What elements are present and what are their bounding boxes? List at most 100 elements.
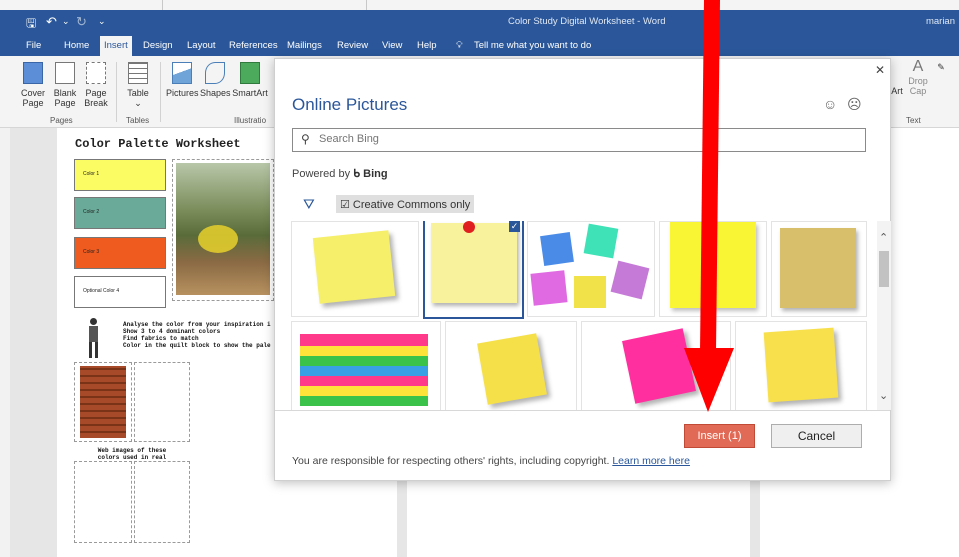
close-icon[interactable]: ✕ [875, 63, 885, 77]
tab-design[interactable]: Design [143, 40, 173, 51]
search-icon: ⚲ [301, 132, 310, 146]
undo-icon[interactable]: ↶ [46, 14, 57, 30]
arrow-shaft [700, 0, 720, 352]
person-figure-icon [84, 318, 102, 358]
learn-more-link[interactable]: Learn more here [612, 455, 690, 467]
group-label-tables: Tables [126, 116, 150, 125]
shapes-icon [205, 62, 225, 84]
powered-by: Powered by ᑲ Bing [292, 167, 388, 180]
color-swatch-4[interactable]: Optional Color 4 [74, 276, 166, 308]
bing-logo-icon: ᑲ [353, 168, 361, 180]
instruction-line: Color in the quilt block to show the pal… [123, 342, 271, 349]
blank-page-button[interactable]: Blank Page [52, 62, 78, 108]
search-box[interactable]: ⚲ [292, 128, 866, 152]
chevron-down-icon: ⌄ [134, 98, 142, 108]
web-image-frame [134, 362, 190, 442]
selected-check-icon: ✓ [509, 221, 520, 232]
copyright-text: You are responsible for respecting other… [292, 455, 610, 467]
inspiration-photo[interactable] [176, 163, 270, 295]
lightbulb-icon[interactable]: 💡︎ [456, 40, 463, 51]
creative-commons-filter[interactable]: ☑ Creative Commons only [336, 195, 475, 213]
tab-mailings[interactable]: Mailings [287, 40, 322, 51]
smartart-icon [240, 62, 260, 84]
pictures-button[interactable]: Pictures [166, 62, 199, 98]
blank-page-icon [55, 62, 75, 84]
image-result[interactable] [291, 321, 441, 410]
tab-home[interactable]: Home [64, 40, 89, 51]
tab-references[interactable]: References [229, 40, 278, 51]
customize-toolbar-icon[interactable]: ⌄ [98, 16, 106, 27]
tab-file[interactable]: File [26, 40, 41, 51]
red-arrow-annotation [684, 0, 734, 412]
checkbox-icon: ☑ [340, 199, 353, 211]
image-result-selected[interactable]: ✓ [423, 221, 524, 319]
filter-icon[interactable]: ⛛ [303, 196, 315, 213]
color-swatch-1[interactable]: Color 1 [74, 159, 166, 191]
search-input[interactable] [319, 133, 819, 145]
group-label-text: Text [906, 116, 921, 125]
drop-cap-icon: A [912, 58, 924, 75]
frown-feedback-icon[interactable]: ☹ [847, 96, 862, 113]
tell-me-search[interactable]: Tell me what you want to do [474, 40, 591, 51]
insert-button[interactable]: Insert (1) [684, 424, 755, 448]
page-break-button[interactable]: Page Break [82, 62, 110, 108]
color-swatch-3[interactable]: Color 3 [74, 237, 166, 269]
table-button[interactable]: Table ⌄ [124, 62, 152, 108]
tab-insert[interactable]: Insert [100, 36, 132, 56]
copyright-notice: You are responsible for respecting other… [292, 455, 690, 467]
roof-tiles-image[interactable] [80, 366, 126, 438]
arrow-head [684, 348, 734, 412]
signature-line-icon[interactable]: ✎ [934, 62, 948, 72]
image-result[interactable] [445, 321, 577, 410]
left-margin [0, 128, 10, 557]
tab-help[interactable]: Help [417, 40, 437, 51]
smartart-button[interactable]: SmartArt [232, 62, 268, 98]
red-pin-icon [463, 221, 475, 233]
shapes-button[interactable]: Shapes [200, 62, 231, 98]
cancel-button[interactable]: Cancel [771, 424, 862, 448]
title-bar: 🖫 ↶ ⌄ ↻ ⌄ Color Study Digital Worksheet … [0, 10, 959, 34]
color-swatch-2[interactable]: Color 2 [74, 197, 166, 229]
strip-divider [366, 0, 367, 10]
group-label-illustrations: Illustratio [234, 116, 267, 125]
group-divider [116, 62, 117, 122]
scrollbar-thumb[interactable] [879, 251, 889, 287]
save-icon[interactable]: 🖫 [26, 14, 36, 35]
tab-view[interactable]: View [382, 40, 402, 51]
group-label-pages: Pages [50, 116, 73, 125]
scroll-up-icon[interactable]: ⌃ [879, 231, 888, 244]
redo-icon[interactable]: ↻ [76, 14, 87, 30]
tab-review[interactable]: Review [337, 40, 368, 51]
image-result[interactable] [527, 221, 655, 317]
cover-page-button[interactable]: Cover Page [18, 62, 48, 108]
web-image-frame [74, 461, 132, 543]
table-icon [128, 62, 148, 84]
wordart-label[interactable]: Art [890, 86, 904, 96]
cover-page-icon [23, 62, 43, 84]
undo-dropdown-icon[interactable]: ⌄ [62, 16, 70, 27]
group-divider [160, 62, 161, 122]
menu-bar: File Home Insert Design Layout Reference… [0, 34, 959, 56]
shapes-label: Shapes [200, 88, 231, 98]
instruction-line: Find fabrics to match [123, 335, 199, 342]
drop-cap-button[interactable]: A Drop Cap [906, 58, 930, 97]
window-top-strip [0, 0, 959, 10]
drop-cap-label: Drop Cap [908, 76, 928, 96]
smile-feedback-icon[interactable]: ☺ [823, 96, 837, 112]
dialog-title: Online Pictures [292, 95, 408, 114]
worksheet-title: Color Palette Worksheet [75, 137, 241, 151]
user-name[interactable]: marian [926, 16, 955, 27]
blank-page-label: Blank Page [53, 88, 77, 108]
tab-layout[interactable]: Layout [187, 40, 216, 51]
dialog-divider [275, 410, 890, 411]
web-images-caption: Web images of these colors used in real [97, 447, 167, 461]
creative-commons-label: Creative Commons only [352, 199, 471, 211]
results-scrollbar[interactable]: ⌃ ⌄ [877, 221, 891, 410]
scroll-down-icon[interactable]: ⌄ [879, 389, 888, 402]
image-result[interactable] [771, 221, 867, 317]
web-image-frame [134, 461, 190, 543]
image-result[interactable] [291, 221, 419, 317]
instructions: Analyse the color from your inspiration … [123, 321, 271, 349]
image-result[interactable] [735, 321, 867, 410]
yellow-flowers [198, 225, 238, 253]
